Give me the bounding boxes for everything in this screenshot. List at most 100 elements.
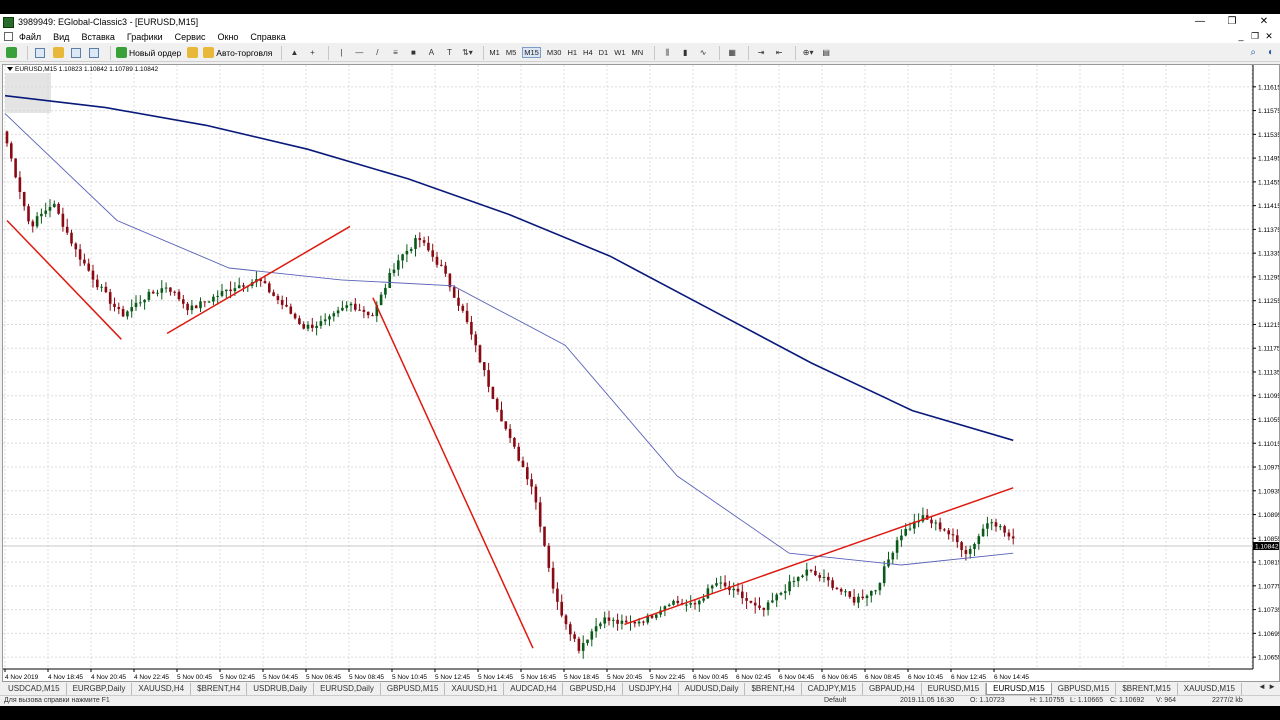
- candle-body-bull: [341, 307, 344, 311]
- profiles-icon: [35, 47, 45, 58]
- document-icon[interactable]: [4, 32, 13, 41]
- navigator-button[interactable]: [69, 46, 83, 60]
- tile-windows-button[interactable]: ▦: [725, 46, 739, 60]
- new-order-button[interactable]: Новый ордер: [116, 46, 181, 60]
- candle-body-bear: [177, 291, 181, 300]
- horizontal-line-button[interactable]: —: [352, 46, 366, 60]
- timeframe-h4[interactable]: H4: [583, 48, 593, 57]
- chart-tab[interactable]: $BRENT,H4: [745, 683, 802, 695]
- chart-tab[interactable]: GBPUSD,H4: [563, 683, 623, 695]
- minimize-button[interactable]: —: [1184, 14, 1216, 30]
- chart-tab[interactable]: AUDCAD,H4: [504, 683, 564, 695]
- candle-body-bear: [169, 287, 172, 292]
- timeframe-h1[interactable]: H1: [567, 48, 577, 57]
- terminal-button[interactable]: [87, 46, 101, 60]
- channel-button[interactable]: ≡: [388, 46, 402, 60]
- chart-tab[interactable]: USDCAD,M15: [2, 683, 67, 695]
- candle-body-bear: [642, 621, 645, 623]
- tab-scroll-arrows[interactable]: ◄ ►: [1258, 682, 1276, 691]
- mdi-restore-button[interactable]: ❐: [1248, 30, 1262, 43]
- status-bar: Для вызова справки нажмите F1 Default 20…: [0, 695, 1280, 706]
- menu-view[interactable]: Вид: [53, 32, 69, 42]
- timeframe-m30[interactable]: M30: [547, 48, 562, 57]
- y-axis-label: 1.11055: [1258, 417, 1279, 424]
- indicators-button[interactable]: ⊕▾: [801, 46, 815, 60]
- timeframe-w1[interactable]: W1: [614, 48, 625, 57]
- menu-help[interactable]: Справка: [250, 32, 285, 42]
- close-button[interactable]: ✕: [1248, 14, 1280, 30]
- candle-body-bear: [435, 256, 439, 265]
- timeframe-d1[interactable]: D1: [599, 48, 609, 57]
- candle-body-bull: [384, 287, 387, 295]
- y-axis-label: 1.11495: [1258, 156, 1279, 163]
- chart-area[interactable]: 1.11615 1.11575 1.11535 1.11495 1.11455 1.114…: [2, 64, 1280, 682]
- bar-chart-button[interactable]: ⫼: [660, 46, 674, 60]
- autotrading-button[interactable]: Авто-торговля: [203, 46, 272, 60]
- text-button[interactable]: A: [424, 46, 438, 60]
- timeframe-m1[interactable]: M1: [489, 48, 499, 57]
- timeframe-m5[interactable]: M5: [506, 48, 516, 57]
- mdi-close-button[interactable]: ✕: [1262, 30, 1276, 43]
- menu-file[interactable]: Файл: [19, 32, 41, 42]
- candle-body-bull: [685, 604, 688, 606]
- candle-body-bear: [1007, 532, 1011, 537]
- candle-body-bear: [173, 291, 176, 293]
- menu-window[interactable]: Окно: [218, 32, 239, 42]
- timeframe-mn[interactable]: MN: [631, 48, 643, 57]
- candle-body-bull: [134, 302, 138, 308]
- chart-tab[interactable]: $BRENT,H4: [191, 683, 248, 695]
- chart-tab[interactable]: USDRUB,Daily: [247, 683, 315, 695]
- chart-tab[interactable]: XAUUSD,H1: [445, 683, 505, 695]
- candle-body-bear: [478, 345, 482, 363]
- chart-shift-button[interactable]: ⇤: [772, 46, 786, 60]
- chart-tab[interactable]: EURUSD,Daily: [314, 683, 381, 695]
- chart-tab[interactable]: GBPAUD,H4: [863, 683, 922, 695]
- line-chart-button[interactable]: ∿: [696, 46, 710, 60]
- candle-body-bull: [225, 289, 228, 292]
- candlestick-button[interactable]: ▮: [678, 46, 692, 60]
- search-icon[interactable]: ⌕: [1250, 47, 1256, 58]
- community-icon[interactable]: ◐: [1268, 47, 1274, 58]
- autoscroll-button[interactable]: ⇥: [754, 46, 768, 60]
- candle-body-bear: [839, 588, 843, 592]
- templates-button[interactable]: ▤: [819, 46, 833, 60]
- candle-body-bull: [612, 619, 615, 621]
- trendline-button[interactable]: /: [370, 46, 384, 60]
- timeframe-m15[interactable]: M15: [522, 47, 541, 58]
- cursor-button[interactable]: ▲: [287, 46, 301, 60]
- profiles-button[interactable]: [33, 46, 47, 60]
- maximize-button[interactable]: ❐: [1216, 14, 1248, 30]
- candle-body-bear: [61, 213, 65, 227]
- chart-tab[interactable]: XAUUSD,H4: [132, 683, 192, 695]
- candle-body-bear: [521, 460, 525, 468]
- menu-tools[interactable]: Сервис: [175, 32, 206, 42]
- price-chart[interactable]: 1.11615 1.11575 1.11535 1.11495 1.11455 1.114…: [3, 65, 1279, 681]
- chart-tab-active[interactable]: EURUSD,M15: [986, 683, 1052, 695]
- chart-tab[interactable]: CADJPY,M15: [802, 683, 863, 695]
- chart-tab[interactable]: EURGBP,Daily: [67, 683, 133, 695]
- menu-charts[interactable]: Графики: [127, 32, 163, 42]
- chart-tab[interactable]: GBPUSD,M15: [381, 683, 446, 695]
- arrows-button[interactable]: ⇅▾: [460, 46, 474, 60]
- candle-body-bear: [268, 283, 271, 293]
- new-chart-button[interactable]: [4, 46, 18, 60]
- chart-tab[interactable]: GBPUSD,M15: [1052, 683, 1117, 695]
- chart-tab[interactable]: XAUUSD,M15: [1178, 683, 1242, 695]
- market-watch-button[interactable]: [51, 46, 65, 60]
- vertical-line-button[interactable]: |: [334, 46, 348, 60]
- candle-body-bull: [100, 286, 103, 288]
- metaeditor-button[interactable]: [185, 46, 199, 60]
- menu-insert[interactable]: Вставка: [81, 32, 114, 42]
- candle-body-bear: [242, 285, 245, 287]
- rectangle-button[interactable]: ■: [406, 46, 420, 60]
- chart-tab[interactable]: $BRENT,M15: [1116, 683, 1178, 695]
- label-button[interactable]: T: [442, 46, 456, 60]
- candle-body-bear: [302, 324, 305, 329]
- crosshair-button[interactable]: +: [305, 46, 319, 60]
- chart-tab[interactable]: AUDUSD,Daily: [679, 683, 746, 695]
- candle-body-bull: [392, 269, 396, 273]
- chart-tab[interactable]: EURUSD,M15: [922, 683, 987, 695]
- mdi-minimize-button[interactable]: _: [1234, 30, 1248, 43]
- chart-tab[interactable]: USDJPY,H4: [623, 683, 679, 695]
- candle-body-bull: [702, 598, 705, 601]
